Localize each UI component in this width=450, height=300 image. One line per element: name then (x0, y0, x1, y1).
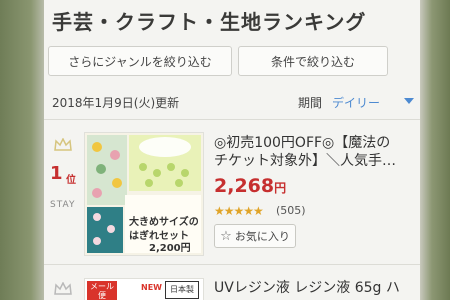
favorite-button[interactable]: ☆ お気に入り (214, 224, 296, 248)
product-title-line1: ◎初売100円OFF◎【魔法の (214, 135, 391, 151)
product-thumbnail[interactable]: メール便送料 NEW 日本製 (84, 278, 204, 300)
new-badge: NEW (141, 283, 162, 292)
product-title[interactable]: ◎初売100円OFF◎【魔法の チケット対象外】＼人気手… (214, 134, 414, 170)
thumb-price-value: 2,200 (149, 243, 181, 254)
rank-number: 1 (50, 163, 63, 184)
divider (44, 264, 420, 265)
product-thumbnail[interactable]: 大きめサイズの はぎれセット 2,200円 (84, 132, 204, 256)
thumb-caption-1: 大きめサイズの (129, 217, 199, 228)
price-unit: 円 (274, 181, 287, 195)
crown-icon (54, 282, 72, 295)
shipping-badge-line1: メール便 (90, 282, 114, 300)
condition-filter-button[interactable]: 条件で絞り込む (238, 46, 388, 76)
thumb-price-unit: 円 (180, 243, 191, 254)
product-title[interactable]: UVレジン液 レジン液 65g ハ (214, 279, 414, 297)
made-in-japan-badge: 日本製 (165, 281, 199, 299)
updated-date: 2018年1月9日(火)更新 (52, 96, 180, 110)
crown-icon (54, 138, 72, 151)
rank-status: STAY (50, 200, 76, 210)
divider (44, 119, 420, 120)
period-select[interactable]: デイリー (332, 94, 380, 111)
product-title-line2: チケット対象外】＼人気手… (214, 153, 396, 169)
price-value: 2,268 (214, 175, 275, 197)
review-count[interactable]: (505) (276, 204, 306, 217)
period-label: 期間 (298, 96, 323, 110)
device-bezel-right (420, 0, 450, 300)
chevron-down-icon[interactable] (404, 98, 414, 104)
favorite-label: お気に入り (234, 230, 290, 243)
genre-filter-button[interactable]: さらにジャンルを絞り込む (48, 46, 232, 76)
rating-stars-icon: ★★★★★ (214, 204, 264, 218)
phone-screen: 手芸・クラフト・生地ランキング さらにジャンルを絞り込む 条件で絞り込む 201… (44, 0, 420, 300)
thumb-price: 2,200円 (149, 239, 191, 254)
star-outline-icon: ☆ (220, 228, 232, 244)
shipping-badge: メール便送料 (87, 281, 117, 300)
page-title: 手芸・クラフト・生地ランキング (52, 10, 367, 34)
rank-unit: 位 (66, 175, 76, 186)
device-bezel-left (0, 0, 44, 300)
product-price: 2,268円 (214, 175, 286, 197)
